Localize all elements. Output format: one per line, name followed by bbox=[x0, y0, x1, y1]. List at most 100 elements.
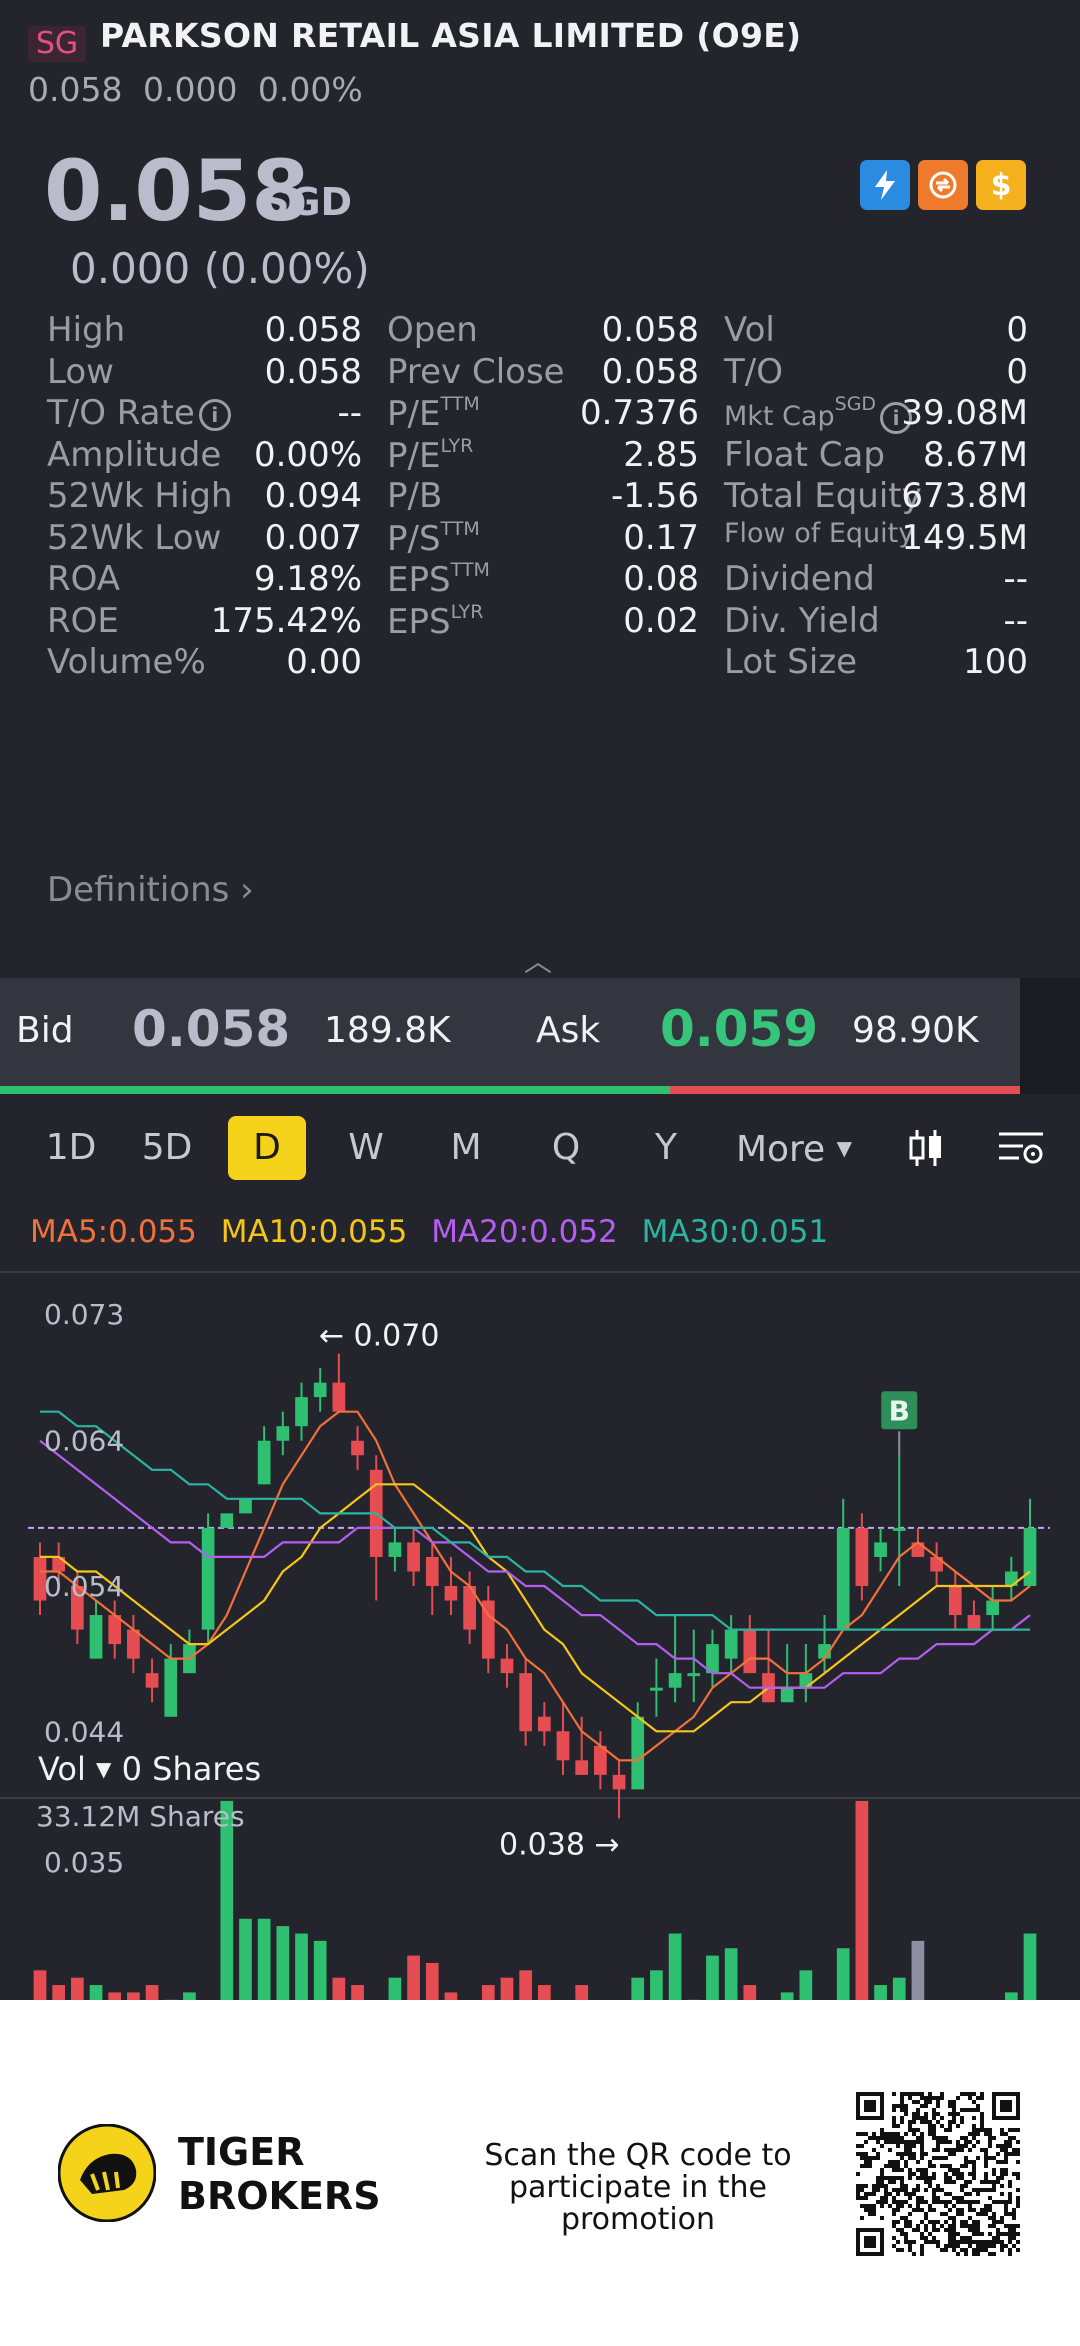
qr-module bbox=[912, 2128, 916, 2132]
definitions-link[interactable]: Definitions › bbox=[47, 870, 254, 910]
qr-module bbox=[968, 2200, 972, 2204]
tab-m[interactable]: M bbox=[436, 1116, 496, 1180]
qr-module bbox=[984, 2128, 988, 2132]
chevron-up-icon[interactable]: ︿ bbox=[524, 940, 552, 980]
qr-module bbox=[916, 2092, 920, 2096]
qr-module bbox=[900, 2176, 904, 2180]
qr-module bbox=[932, 2128, 936, 2132]
qr-module bbox=[912, 2152, 916, 2156]
stat-label: ROA bbox=[47, 559, 120, 599]
candle-body bbox=[201, 1527, 215, 1630]
qr-module bbox=[904, 2144, 908, 2148]
qr-module bbox=[916, 2140, 920, 2144]
qr-module bbox=[856, 2184, 860, 2188]
header-quote-line: 0.058 0.000 0.00% bbox=[28, 70, 363, 109]
qr-module bbox=[920, 2092, 924, 2096]
candlestick-icon[interactable] bbox=[900, 1116, 952, 1180]
qr-module bbox=[904, 2184, 908, 2188]
qr-module bbox=[1008, 2184, 1012, 2188]
qr-module bbox=[1000, 2184, 1004, 2188]
volume-bar bbox=[874, 1985, 887, 2000]
qr-module bbox=[916, 2200, 920, 2204]
qr-module bbox=[908, 2168, 912, 2172]
qr-module bbox=[972, 2128, 976, 2132]
tab-y[interactable]: Y bbox=[636, 1116, 696, 1180]
info-icon[interactable]: i bbox=[198, 398, 231, 431]
qr-module bbox=[980, 2188, 984, 2192]
qr-module bbox=[872, 2204, 876, 2208]
qr-module bbox=[892, 2244, 896, 2248]
qr-module bbox=[936, 2196, 940, 2200]
qr-module bbox=[1012, 2212, 1016, 2216]
qr-module bbox=[896, 2240, 900, 2244]
qr-module bbox=[904, 2220, 908, 2224]
price-chart[interactable]: 0.073 0.064 0.054 0.044 0.035 ← 0.070 0.038 → B… bbox=[0, 1262, 1080, 2000]
candle-body bbox=[836, 1527, 850, 1630]
qr-module bbox=[1012, 2236, 1016, 2240]
lightning-icon[interactable] bbox=[860, 160, 910, 210]
qr-module bbox=[960, 2220, 964, 2224]
qr-module bbox=[980, 2240, 984, 2244]
qr-module bbox=[972, 2200, 976, 2204]
qr-module bbox=[972, 2224, 976, 2228]
qr-module bbox=[932, 2236, 936, 2240]
candle-body bbox=[948, 1586, 962, 1616]
stat-label-text: EPS bbox=[387, 601, 451, 642]
qr-module bbox=[988, 2132, 992, 2136]
qr-module bbox=[972, 2172, 976, 2176]
qr-module bbox=[1000, 2128, 1004, 2132]
qr-module bbox=[976, 2140, 980, 2144]
qr-module bbox=[1000, 2168, 1004, 2172]
qr-module bbox=[900, 2108, 904, 2112]
stock-title[interactable]: PARKSON RETAIL ASIA LIMITED (O9E) bbox=[100, 16, 801, 55]
qr-module bbox=[904, 2224, 908, 2228]
qr-module bbox=[928, 2092, 932, 2096]
qr-module bbox=[932, 2176, 936, 2180]
volume-bar bbox=[332, 1977, 346, 2000]
candle-body bbox=[668, 1673, 682, 1688]
qr-module bbox=[944, 2164, 948, 2168]
tab-5d[interactable]: 5D bbox=[136, 1116, 198, 1180]
bid-ask-edge bbox=[1020, 978, 1080, 1094]
qr-module bbox=[904, 2240, 908, 2244]
qr-module bbox=[980, 2112, 984, 2116]
qr-module bbox=[920, 2140, 924, 2144]
volume-bar bbox=[1023, 1933, 1037, 2000]
dollar-icon[interactable]: $ bbox=[976, 160, 1026, 210]
chart-settings-icon[interactable] bbox=[994, 1116, 1048, 1180]
qr-module bbox=[1016, 2204, 1020, 2208]
volume-bar bbox=[706, 1955, 719, 2000]
candle-body bbox=[145, 1673, 159, 1688]
candle-body bbox=[967, 1615, 981, 1630]
qr-module bbox=[968, 2208, 972, 2212]
bid-ask-panel[interactable]: Bid 0.058 189.8K Ask 0.059 98.90K bbox=[0, 978, 1020, 1094]
qr-module bbox=[952, 2100, 956, 2104]
tab-w[interactable]: W bbox=[336, 1116, 396, 1180]
qr-module bbox=[1000, 2248, 1004, 2252]
stat-value: 0.00% bbox=[253, 434, 362, 475]
qr-module bbox=[860, 2164, 864, 2168]
qr-module bbox=[932, 2224, 936, 2228]
stat-label: Float Cap bbox=[724, 435, 885, 475]
tab-d[interactable]: D bbox=[228, 1116, 306, 1180]
candle-body bbox=[986, 1600, 999, 1616]
qr-module bbox=[968, 2224, 972, 2228]
candle-body bbox=[388, 1542, 402, 1557]
volume-selector[interactable]: Vol ▼ 0 Shares bbox=[38, 1750, 261, 1788]
qr-module bbox=[872, 2212, 876, 2216]
tab-1d[interactable]: 1D bbox=[40, 1116, 102, 1180]
qr-module bbox=[980, 2180, 984, 2184]
stat-label-text: P/B bbox=[387, 476, 443, 516]
more-dropdown[interactable]: More ▼ bbox=[732, 1116, 856, 1180]
qr-module bbox=[980, 2148, 984, 2152]
tab-q[interactable]: Q bbox=[536, 1116, 596, 1180]
qr-code[interactable] bbox=[856, 2092, 1020, 2256]
qr-module bbox=[988, 2224, 992, 2228]
exchange-icon[interactable] bbox=[918, 160, 968, 210]
qr-module bbox=[952, 2220, 956, 2224]
ma30-line bbox=[40, 1410, 1030, 1631]
qr-module bbox=[1008, 2240, 1012, 2244]
qr-module bbox=[924, 2224, 928, 2228]
qr-module bbox=[940, 2140, 944, 2144]
volume-bar bbox=[276, 1926, 290, 2000]
